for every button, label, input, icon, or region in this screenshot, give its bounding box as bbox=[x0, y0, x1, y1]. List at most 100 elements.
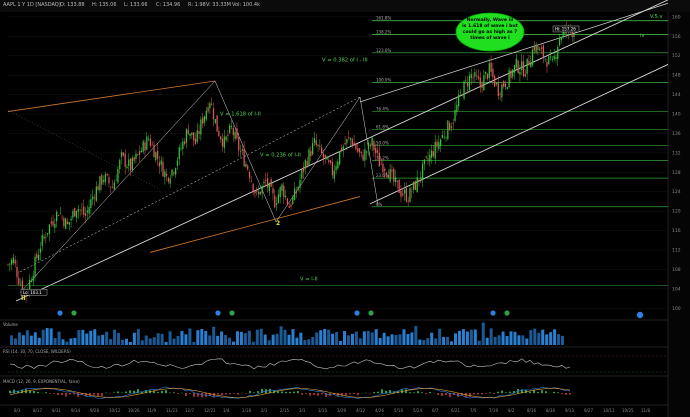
candle-body bbox=[551, 59, 554, 61]
candle-body bbox=[149, 138, 152, 146]
volume-bar bbox=[243, 333, 247, 345]
volume-bar bbox=[25, 330, 29, 345]
volume-bar bbox=[200, 329, 204, 345]
candle-body bbox=[335, 166, 337, 171]
candle-body bbox=[501, 84, 503, 98]
x-tick-label: 8/31 bbox=[52, 408, 61, 413]
candle-body bbox=[391, 170, 393, 172]
y-tick-label: 132 bbox=[672, 150, 681, 156]
volume-bar bbox=[279, 326, 283, 345]
fib-level-label: 50.0% bbox=[376, 141, 389, 146]
candle-body bbox=[488, 63, 490, 78]
candle-body bbox=[385, 172, 388, 174]
macd-histogram-bar bbox=[33, 390, 35, 394]
macd-histogram-bar bbox=[437, 393, 439, 396]
candle-body bbox=[288, 206, 290, 208]
candle-body bbox=[302, 166, 305, 172]
candle-body bbox=[434, 142, 436, 159]
candle-body bbox=[191, 132, 193, 136]
volume-bar bbox=[136, 329, 140, 345]
macd-histogram-bar bbox=[413, 392, 415, 394]
volume-bar bbox=[128, 341, 132, 345]
macd-histogram-bar bbox=[281, 391, 283, 394]
candle-body bbox=[14, 259, 16, 264]
volume-bar bbox=[406, 334, 410, 345]
volume-bar bbox=[422, 340, 426, 345]
wave-count-label: II bbox=[21, 295, 25, 302]
candle-body bbox=[286, 198, 289, 205]
candle-body bbox=[180, 148, 182, 150]
wave-label: V.5.v bbox=[650, 14, 663, 20]
volume-bar bbox=[469, 329, 473, 345]
volume-bar bbox=[33, 332, 37, 345]
candle-body bbox=[182, 141, 184, 150]
volume-bar bbox=[235, 331, 239, 345]
candle-body bbox=[72, 210, 74, 218]
candle-body bbox=[366, 151, 368, 153]
macd-histogram-bar bbox=[373, 392, 375, 394]
volume-bar bbox=[152, 337, 156, 345]
macd-histogram-bar bbox=[445, 393, 447, 396]
fib-level-label: 123.6% bbox=[376, 48, 391, 53]
candle-body bbox=[93, 197, 96, 199]
candle-body bbox=[376, 150, 379, 153]
trend-dotted-line bbox=[19, 96, 361, 273]
candle-body bbox=[164, 171, 166, 178]
candle-body bbox=[310, 150, 312, 157]
candle-body bbox=[265, 179, 267, 181]
candle-body bbox=[63, 218, 65, 227]
volume-bar bbox=[525, 338, 529, 345]
macd-histogram-bar bbox=[313, 393, 315, 395]
candle-body bbox=[41, 235, 43, 246]
x-tick-label: 4/26 bbox=[375, 408, 384, 413]
macd-histogram-bar bbox=[285, 391, 287, 394]
candle-body bbox=[540, 47, 543, 49]
volume-bar bbox=[208, 335, 212, 345]
candle-body bbox=[346, 139, 348, 144]
candle-body bbox=[167, 177, 170, 182]
candle-body bbox=[95, 186, 97, 201]
candle-body bbox=[297, 186, 299, 190]
candle-body bbox=[405, 187, 407, 202]
earnings-marker-icon bbox=[368, 310, 374, 316]
candle-body bbox=[234, 131, 236, 139]
candle-body bbox=[239, 150, 242, 152]
y-tick-label: 108 bbox=[672, 267, 681, 273]
macd-histogram-bar bbox=[245, 393, 247, 394]
candle-body bbox=[448, 122, 451, 131]
volume-bar bbox=[45, 328, 49, 345]
candle-body bbox=[474, 72, 476, 77]
candle-body bbox=[277, 194, 280, 204]
candle-body bbox=[330, 160, 332, 163]
candle-body bbox=[524, 74, 526, 77]
volume-bar bbox=[140, 340, 144, 345]
candle-body bbox=[402, 193, 404, 196]
volume-bar bbox=[402, 329, 406, 345]
volume-bar bbox=[109, 339, 113, 345]
candle-body bbox=[97, 186, 99, 191]
x-tick-label: 4/12 bbox=[356, 408, 365, 413]
volume-bar bbox=[307, 339, 311, 345]
volume-bar bbox=[255, 329, 259, 345]
y-tick-label: 140 bbox=[672, 112, 681, 118]
candle-body bbox=[315, 140, 317, 146]
price-chart[interactable]: 100 104 108 112 116 120 124 128 132 136 140 144 148 1… bbox=[0, 0, 690, 417]
candle-body bbox=[36, 254, 38, 259]
volume-bar bbox=[287, 334, 291, 345]
candle-body bbox=[308, 149, 310, 166]
y-tick-label: 124 bbox=[672, 189, 681, 195]
macd-histogram-bar bbox=[357, 393, 359, 396]
candle-body bbox=[476, 75, 478, 77]
volume-bar bbox=[216, 335, 220, 345]
candle-body bbox=[373, 141, 375, 151]
macd-histogram-bar bbox=[381, 389, 383, 394]
candle-body bbox=[389, 169, 391, 182]
candle-body bbox=[530, 62, 532, 68]
candle-body bbox=[200, 119, 202, 135]
candle-body bbox=[573, 33, 575, 37]
volume-bar bbox=[275, 333, 279, 345]
macd-histogram-bar bbox=[309, 393, 311, 396]
wave-label: iv bbox=[640, 33, 645, 39]
macd-histogram-bar bbox=[129, 390, 131, 394]
volume-bar bbox=[53, 337, 57, 345]
